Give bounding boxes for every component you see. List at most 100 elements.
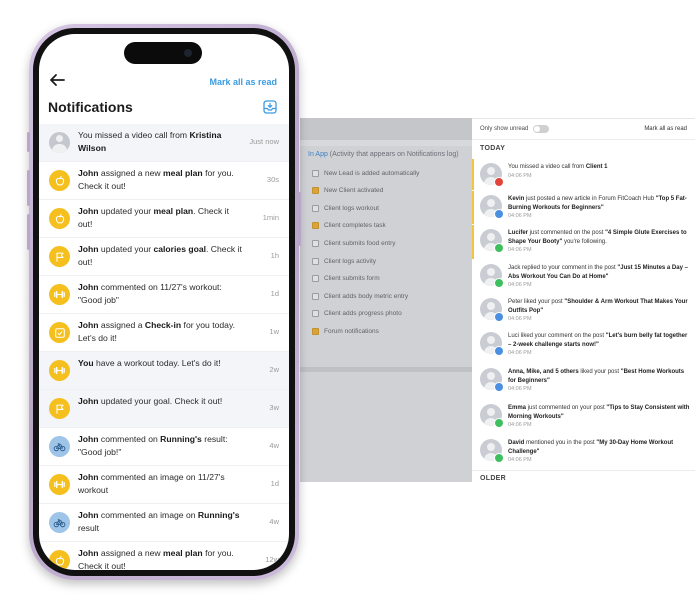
notification-text-bold2: Running's <box>197 510 240 520</box>
notification-text-bold1: John <box>78 282 99 292</box>
mobile-notification-item[interactable]: John commented on 11/27's workout: "Good… <box>39 276 289 314</box>
desktop-notification-item[interactable]: Peter liked your post "Shoulder & Arm Wo… <box>472 294 695 328</box>
older-divider <box>472 470 695 471</box>
notification-text-mid: mentioned you in the post <box>524 440 597 446</box>
settings-option[interactable]: Client submits food entry <box>312 237 396 249</box>
settings-option[interactable]: New Lead is added automatically <box>312 167 419 179</box>
mobile-notification-text: John updated your goal. Check it out! <box>78 395 243 408</box>
flag-icon <box>49 246 70 267</box>
desktop-notification-item[interactable]: David mentioned you in the post "My 30-D… <box>472 435 695 469</box>
settings-header-bar <box>300 118 472 140</box>
desktop-notification-item[interactable]: You missed a video call from Client 1 04:… <box>472 159 695 190</box>
mobile-notification-item[interactable]: John assigned a new meal plan for you. C… <box>39 162 289 200</box>
notification-type-badge-icon <box>494 418 504 428</box>
mobile-notification-item[interactable]: John assigned a Check-in for you today. … <box>39 314 289 352</box>
settings-option[interactable]: Client completes task <box>312 220 386 232</box>
settings-option[interactable]: Client adds progress photo <box>312 308 402 320</box>
mobile-notification-text: John assigned a new meal plan for you. C… <box>78 167 243 193</box>
mobile-notification-text: John assigned a new meal plan for you. C… <box>78 547 243 570</box>
notification-time: 04:06 PM <box>508 172 532 179</box>
settings-option-label: Client submits food entry <box>324 239 396 247</box>
notification-text-bold1: John <box>78 206 99 216</box>
desktop-notification-item[interactable]: Jack replied to your comment in the post… <box>472 260 695 294</box>
checkbox[interactable] <box>312 310 319 318</box>
notification-type-badge-icon <box>494 382 504 392</box>
notification-type-badge-icon <box>494 346 504 356</box>
checkbox[interactable] <box>312 275 319 283</box>
settings-option[interactable]: Client adds body metric entry <box>312 290 408 302</box>
desktop-notification-text: Jack replied to your comment in the post… <box>508 264 690 281</box>
checkbox[interactable] <box>312 292 319 300</box>
mobile-notification-item[interactable]: You missed a video call from Kristina Wi… <box>39 124 289 162</box>
desktop-notification-text: Lucifer just commented on the post "4 Si… <box>508 229 690 246</box>
settings-option-label: Client adds body metric entry <box>324 292 409 300</box>
notification-text-bold1: John <box>78 396 99 406</box>
dumbbell-icon <box>49 360 70 381</box>
desktop-notifications-panel: Only show unread Mark all as read TODAY … <box>472 118 695 482</box>
desktop-mark-all-read-button[interactable]: Mark all as read <box>644 126 687 132</box>
checkbox[interactable] <box>312 187 319 195</box>
notification-text-bold2: calories goal <box>153 244 207 254</box>
desktop-notification-item[interactable]: Luci liked your comment on the post "Let… <box>472 328 695 364</box>
notification-time: 30s <box>266 175 279 184</box>
checkbox[interactable] <box>312 239 319 247</box>
notification-text-mid: updated your <box>98 206 154 216</box>
mobile-notification-item[interactable]: John commented an image on Running's res… <box>39 504 289 542</box>
notification-text-mid: assigned a new <box>98 548 164 558</box>
mobile-notification-item[interactable]: John updated your goal. Check it out! 3w <box>39 390 289 428</box>
apple-icon <box>49 170 70 191</box>
notification-text-bold1: John <box>78 548 99 558</box>
unread-indicator <box>472 225 474 259</box>
mobile-notification-item[interactable]: John updated your meal plan. Check it ou… <box>39 200 289 238</box>
mobile-notification-text: John assigned a Check-in for you today. … <box>78 319 243 345</box>
notification-text-mid: commented on <box>98 434 161 444</box>
dynamic-island <box>124 42 202 64</box>
desktop-notification-item[interactable]: Emma just commented on your post "Tips t… <box>472 400 695 435</box>
checkbox[interactable] <box>312 222 319 230</box>
notification-text-mid: commented on 11/27's workout: "Good job" <box>78 282 222 305</box>
notification-text-pre: Peter liked your post <box>508 299 565 305</box>
checkbox[interactable] <box>312 169 319 177</box>
settings-option[interactable]: Client logs workout <box>312 202 379 214</box>
settings-option-label: Client submits form <box>324 275 380 283</box>
notification-type-badge-icon <box>494 278 504 288</box>
notification-text-bold1: Emma <box>508 405 527 411</box>
notification-text-mid: updated your <box>98 244 154 254</box>
settings-option[interactable]: Client submits form <box>312 273 380 285</box>
checkbox[interactable] <box>312 327 319 335</box>
notification-type-badge-icon <box>494 312 504 322</box>
only-show-unread-toggle[interactable] <box>533 125 549 133</box>
notification-time: Just now <box>249 137 279 146</box>
settings-option-label: Client adds progress photo <box>324 310 402 318</box>
desktop-notification-item[interactable]: Kevin just posted a new article in Forum… <box>472 191 695 224</box>
desktop-notification-item[interactable]: Anna, Mike, and 5 others liked your post… <box>472 364 695 400</box>
settings-option[interactable]: Client logs activity <box>312 255 376 267</box>
section-today: TODAY <box>480 145 506 152</box>
mobile-notification-item[interactable]: You have a workout today. Let's do it! 2w <box>39 352 289 390</box>
settings-option-label: Client completes task <box>324 222 386 230</box>
mobile-notification-item[interactable]: John commented on Running's result: "Goo… <box>39 428 289 466</box>
notification-type-badge-icon <box>494 453 504 463</box>
checkbox[interactable] <box>312 204 319 212</box>
mobile-notification-item[interactable]: John updated your calories goal. Check i… <box>39 238 289 276</box>
desktop-notification-text: Peter liked your post "Shoulder & Arm Wo… <box>508 298 690 315</box>
notification-text-pre: Jack replied to your comment in the post <box>508 265 618 271</box>
mobile-notification-item[interactable]: John assigned a new meal plan for you. C… <box>39 542 289 570</box>
inbox-icon[interactable] <box>263 100 277 114</box>
bicycle-icon <box>49 436 70 457</box>
notification-time: 04:06 PM <box>508 350 532 356</box>
desktop-notification-item[interactable]: Lucifer just commented on the post "4 Si… <box>472 225 695 259</box>
notification-text-bold1: John <box>78 320 99 330</box>
checkbox[interactable] <box>312 257 319 265</box>
notification-text-bold1: You <box>78 358 94 368</box>
notification-time: 04:06 PM <box>508 386 532 392</box>
notification-text-pre: You missed a video call from <box>508 164 586 170</box>
in-app-description: (Activity that appears on Notifications … <box>327 151 459 158</box>
settings-option[interactable]: New Client activated <box>312 185 383 197</box>
settings-option[interactable]: Forum notifications <box>312 325 379 337</box>
mark-all-as-read-button[interactable]: Mark all as read <box>209 77 277 87</box>
phone-screen: Mark all as read Notifications You misse… <box>39 34 289 570</box>
back-arrow-icon[interactable] <box>48 72 66 88</box>
mobile-notification-text: John updated your meal plan. Check it ou… <box>78 205 243 231</box>
mobile-notification-item[interactable]: John commented an image on 11/27's worko… <box>39 466 289 504</box>
